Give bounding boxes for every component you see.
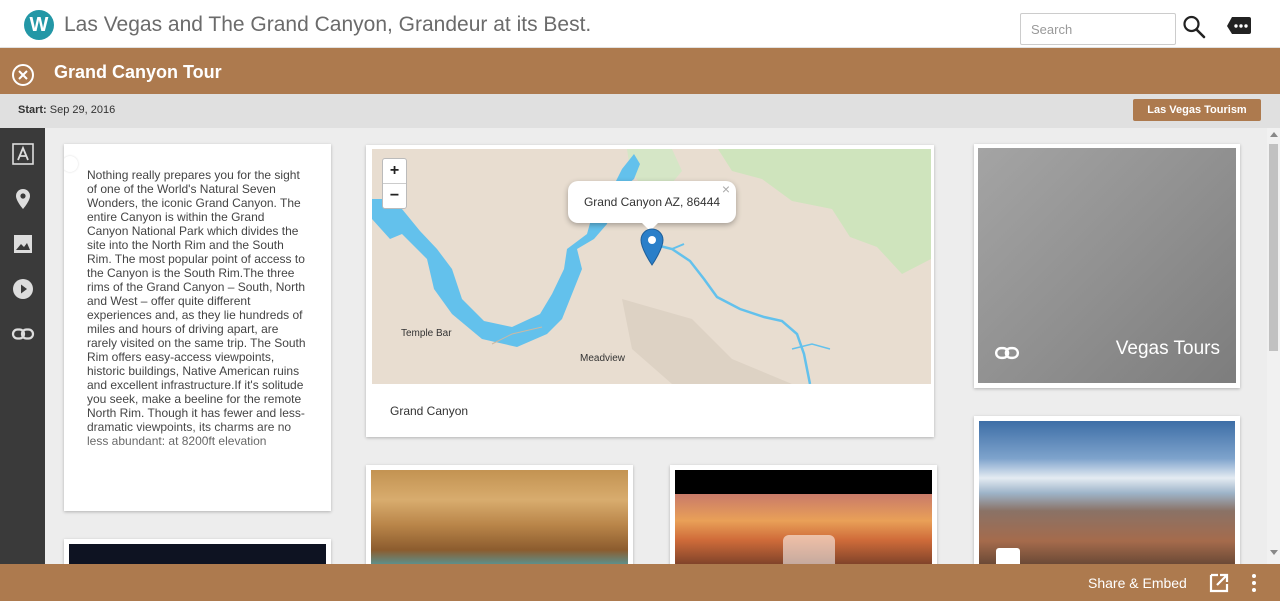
chat-icon[interactable] [1226, 16, 1252, 36]
text-fade [64, 425, 331, 511]
text-icon[interactable] [11, 142, 35, 166]
popup-close-icon[interactable]: × [722, 168, 730, 210]
left-toolbar [0, 128, 45, 564]
scroll-up-arrow[interactable] [1270, 132, 1278, 137]
category-tag-button[interactable]: Las Vegas Tourism [1133, 99, 1261, 121]
link-card-title: Vegas Tours [1115, 338, 1220, 359]
more-options-icon[interactable] [1250, 572, 1258, 594]
map-card[interactable]: + − Grand Canyon AZ, 86444 × Temple Bar … [366, 145, 934, 437]
map[interactable]: + − Grand Canyon AZ, 86444 × Temple Bar … [372, 149, 931, 384]
start-date-value: Sep 29, 2016 [49, 104, 116, 116]
footer-bar: Share & Embed [0, 564, 1280, 601]
site-logo[interactable]: W [24, 10, 54, 40]
site-title[interactable]: Las Vegas and The Grand Canyon, Grandeur… [64, 13, 591, 37]
zoom-in-button[interactable]: + [383, 159, 406, 184]
map-marker-icon[interactable] [639, 228, 665, 266]
map-zoom-control: + − [382, 158, 407, 209]
desert-photo [371, 470, 628, 564]
text-card-body: Nothing really prepares you for the sigh… [87, 168, 306, 448]
photo-badge [996, 548, 1020, 564]
tour-card-grid[interactable]: Nothing really prepares you for the sigh… [45, 128, 1267, 564]
scrollbar-thumb[interactable] [1269, 144, 1278, 351]
tour-title: Grand Canyon Tour [54, 62, 222, 82]
share-embed-button[interactable]: Share & Embed [1088, 575, 1187, 591]
link-icon [994, 346, 1020, 360]
play-icon[interactable] [11, 277, 35, 301]
card-marker [64, 156, 78, 172]
link-icon[interactable] [11, 322, 35, 346]
video-letterbox [675, 470, 932, 494]
map-label-meadview: Meadview [580, 353, 626, 364]
start-date: Start: Sep 29, 2016 [18, 104, 115, 116]
canyon-photo [979, 421, 1235, 564]
map-pin-icon[interactable] [11, 187, 35, 211]
search-icon[interactable] [1182, 14, 1206, 40]
top-bar: W Las Vegas and The Grand Canyon, Grande… [0, 0, 1280, 48]
text-card[interactable]: Nothing really prepares you for the sigh… [64, 144, 331, 511]
map-popup-text: Grand Canyon AZ, 86444 [583, 195, 721, 209]
map-caption: Grand Canyon [390, 404, 469, 418]
video-card[interactable] [670, 465, 937, 564]
scroll-down-arrow[interactable] [1270, 550, 1278, 555]
link-card[interactable]: Vegas Tours [974, 144, 1240, 388]
map-label-temple-bar: Temple Bar [401, 328, 452, 339]
vertical-scrollbar[interactable] [1267, 128, 1280, 564]
photo-card[interactable] [64, 539, 331, 564]
close-icon[interactable] [11, 63, 35, 87]
photo-card-canyon[interactable] [974, 416, 1240, 564]
zoom-out-button[interactable]: − [383, 184, 406, 209]
photo-card-desert[interactable] [366, 465, 633, 564]
search-input[interactable] [1020, 13, 1176, 45]
video-play-icon[interactable] [783, 535, 835, 564]
tour-title-bar: Grand Canyon Tour [0, 48, 1280, 94]
tour-meta-bar: Start: Sep 29, 2016 Las Vegas Tourism [0, 94, 1280, 128]
start-label: Start: [18, 104, 47, 116]
image-icon[interactable] [11, 232, 35, 256]
open-external-icon[interactable] [1208, 572, 1230, 594]
map-popup: Grand Canyon AZ, 86444 × [568, 181, 736, 231]
photo-dark [69, 544, 326, 564]
